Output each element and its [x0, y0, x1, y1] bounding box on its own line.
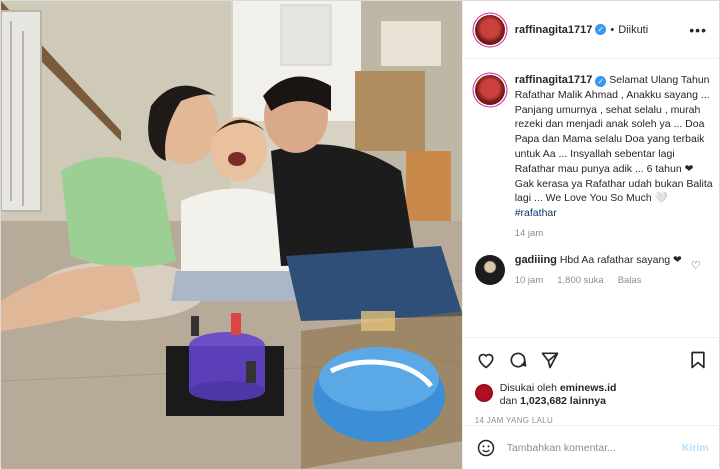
heart-icon[interactable] [475, 349, 497, 371]
instagram-post: raffinagita1717 ✓ • Diikuti ••• raffinag… [0, 0, 720, 469]
commenter-avatar[interactable] [474, 254, 505, 285]
verified-icon: ✓ [595, 24, 607, 35]
author-username[interactable]: raffinagita1717 [515, 24, 593, 36]
bookmark-icon[interactable] [687, 349, 709, 371]
comment-input[interactable] [506, 441, 682, 454]
comment-body: Hbd Aa rafathar sayang ❤ [559, 253, 682, 266]
verified-icon: ✓ [595, 76, 607, 87]
emoji-icon[interactable] [475, 437, 497, 459]
caption-body: Selamat Ulang Tahun Rafathar Malik Ahmad… [514, 74, 713, 205]
share-icon[interactable] [539, 349, 561, 371]
photo-illustration [1, 1, 462, 469]
more-icon[interactable]: ••• [689, 23, 707, 37]
comments-section: raffinagita1717 ✓ Selamat Ulang Tahun Raf… [463, 59, 720, 337]
likes-connector: dan [499, 395, 518, 407]
caption-text: raffinagita1717 ✓ Selamat Ulang Tahun Raf… [515, 73, 715, 221]
add-comment-bar: Kirim [462, 425, 720, 469]
comment-text: gadiiing Hbd Aa rafathar sayang ❤ [515, 253, 695, 268]
post-actions: Disukai oleh eminews.id dan 1,023,682 la… [462, 337, 720, 425]
follow-status[interactable]: Diikuti [618, 24, 648, 36]
commenter-username[interactable]: gadiiing [515, 254, 557, 266]
comment-like-icon[interactable]: ♡ [691, 259, 701, 272]
send-button[interactable]: Kirim [682, 442, 709, 454]
likes-text: Disukai oleh eminews.id dan 1,023,682 la… [500, 382, 617, 408]
comment-icon[interactable] [507, 349, 529, 371]
author-avatar-small[interactable] [474, 75, 505, 105]
post-photo[interactable] [1, 1, 462, 469]
likes-summary: Disukai oleh eminews.id dan 1,023,682 la… [474, 382, 709, 408]
liker-username[interactable]: eminews.id [560, 382, 617, 394]
post-sidebar: raffinagita1717 ✓ • Diikuti ••• raffinag… [461, 1, 720, 469]
comment-time[interactable]: 10 jam [515, 275, 544, 286]
author-block: raffinagita1717 ✓ • Diikuti [515, 24, 648, 36]
reply-button[interactable]: Balas [618, 275, 642, 286]
caption-meta: 14 jam [515, 228, 715, 239]
post-header: raffinagita1717 ✓ • Diikuti ••• [462, 1, 719, 59]
comment-likes[interactable]: 1,800 suka [557, 275, 603, 286]
caption-username[interactable]: raffinagita1717 [515, 74, 593, 86]
caption: raffinagita1717 ✓ Selamat Ulang Tahun Raf… [474, 73, 713, 239]
caption-time[interactable]: 14 jam [515, 228, 544, 239]
comment-meta: 10 jam 1,800 suka Balas [515, 275, 695, 286]
post-timestamp[interactable]: 14 JAM YANG LALU [475, 416, 709, 425]
hashtag-link[interactable]: #rafathar [515, 207, 557, 219]
likes-count[interactable]: 1,023,682 lainnya [520, 395, 606, 407]
liker-avatar[interactable] [474, 384, 493, 402]
author-avatar[interactable] [474, 14, 505, 45]
separator-dot: • [610, 23, 615, 36]
action-icons [475, 348, 709, 372]
comment-item: gadiiing Hbd Aa rafathar sayang ❤ 10 jam… [474, 253, 709, 286]
likes-prefix: Disukai oleh [499, 382, 557, 394]
